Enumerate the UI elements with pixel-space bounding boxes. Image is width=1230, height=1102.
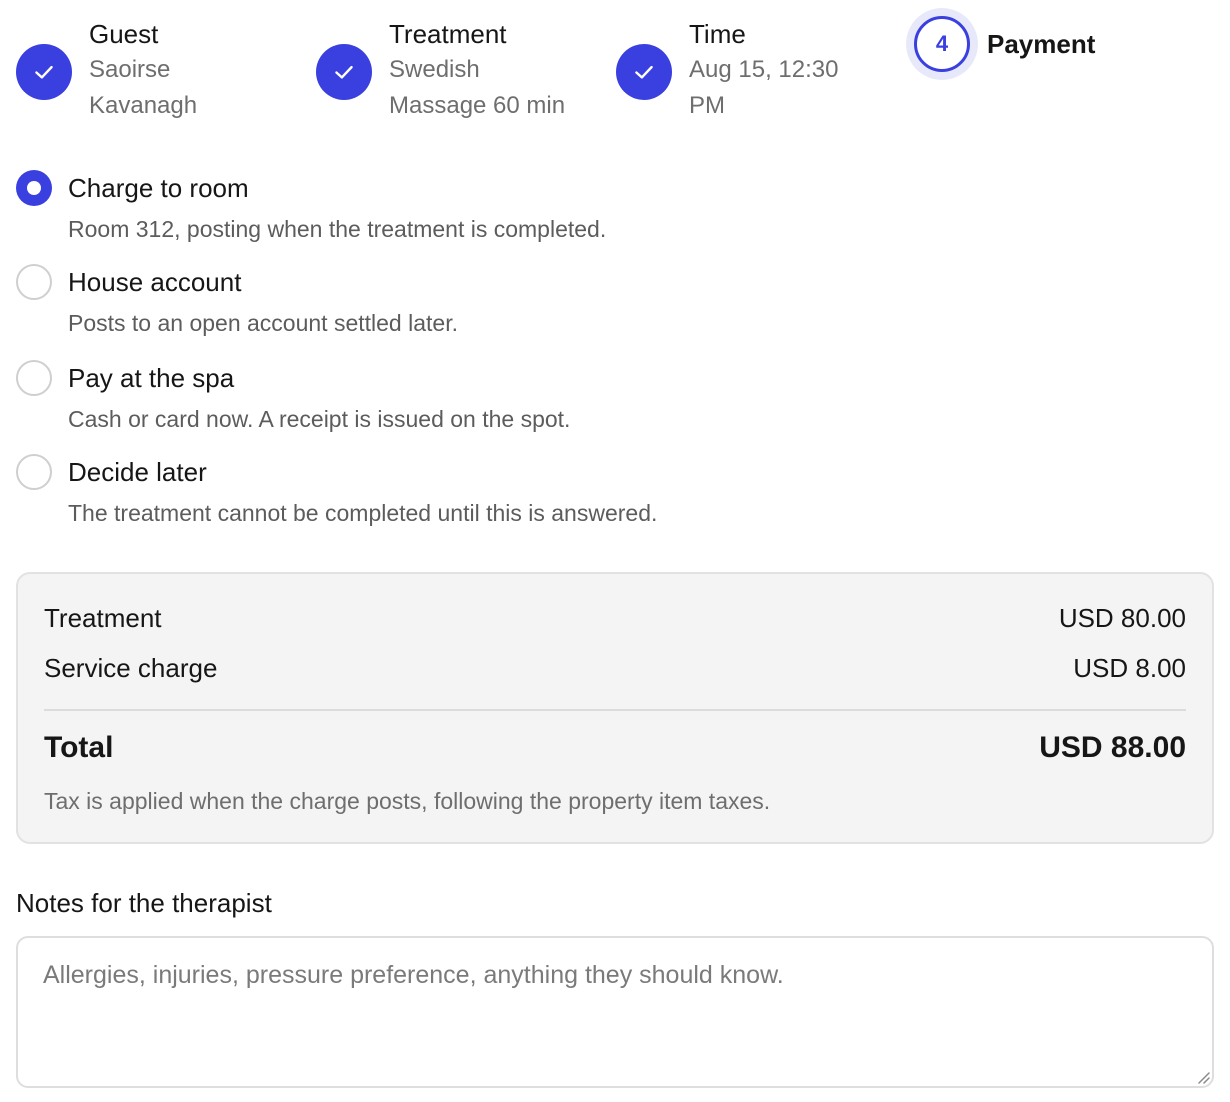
option-house-account[interactable]: House account Posts to an open account s… — [16, 264, 458, 340]
step-title: Time — [689, 19, 746, 49]
radio-button[interactable] — [16, 360, 52, 396]
option-description: Room 312, posting when the treatment is … — [68, 216, 607, 242]
radio-button[interactable] — [16, 264, 52, 300]
notes-label: Notes for the therapist — [16, 888, 272, 918]
therapist-notes-textarea[interactable] — [16, 936, 1214, 1088]
option-description: Posts to an open account settled later. — [68, 310, 458, 336]
option-label: Pay at the spa — [68, 363, 235, 393]
step-summary: Kavanagh — [89, 92, 198, 119]
line-item-label: Service charge — [44, 653, 218, 683]
option-pay-at-spa[interactable]: Pay at the spa Cash or card now. A recei… — [16, 360, 570, 436]
tax-note: Tax is applied when the charge posts, fo… — [44, 788, 771, 814]
summary-row-treatment: Treatment USD 80.00 — [44, 600, 1186, 636]
step-complete-badge — [316, 44, 372, 100]
current-step-ring: 4 — [906, 8, 978, 80]
step-title: Payment — [987, 29, 1096, 59]
step-time[interactable]: Time Aug 15, 12:30 PM — [616, 16, 838, 124]
line-item-amount: USD 80.00 — [1058, 603, 1186, 633]
resize-grip-icon[interactable] — [1194, 1068, 1210, 1084]
option-charge-to-room[interactable]: Charge to room Room 312, posting when th… — [16, 170, 606, 246]
step-complete-badge — [616, 44, 672, 100]
step-number: 4 — [914, 16, 970, 72]
step-title: Treatment — [389, 19, 507, 49]
checkmark-icon — [35, 65, 53, 79]
step-payment: 4 Payment — [906, 8, 1095, 80]
total-amount: USD 88.00 — [1039, 731, 1186, 764]
option-decide-later[interactable]: Decide later The treatment cannot be com… — [16, 454, 657, 530]
step-summary: Saoirse — [89, 56, 171, 83]
summary-row-total: Total USD 88.00 — [44, 730, 1186, 766]
line-item-label: Treatment — [44, 603, 162, 633]
spa-booking-payment-step: Guest Saoirse Kavanagh Treatment Swedish… — [0, 0, 1230, 1102]
radio-button-selected[interactable] — [16, 170, 52, 206]
step-treatment[interactable]: Treatment Swedish Massage 60 min — [316, 16, 565, 124]
option-description: Cash or card now. A receipt is issued on… — [68, 406, 571, 432]
price-summary-card: Treatment USD 80.00 Service charge USD 8… — [16, 572, 1214, 844]
summary-row-service-charge: Service charge USD 8.00 — [44, 650, 1186, 686]
checkmark-icon — [335, 65, 353, 79]
step-summary: PM — [689, 92, 725, 119]
option-label: House account — [68, 267, 242, 297]
summary-divider — [44, 709, 1186, 711]
checkmark-icon — [635, 65, 653, 79]
step-summary: Swedish — [389, 56, 480, 83]
option-description: The treatment cannot be completed until … — [68, 500, 658, 526]
line-item-amount: USD 8.00 — [1073, 653, 1186, 683]
option-label: Charge to room — [68, 173, 249, 203]
step-summary: Massage 60 min — [389, 92, 566, 119]
step-guest[interactable]: Guest Saoirse Kavanagh — [16, 16, 197, 124]
option-label: Decide later — [68, 457, 207, 487]
step-summary: Aug 15, 12:30 — [689, 56, 839, 83]
step-complete-badge — [16, 44, 72, 100]
total-label: Total — [44, 731, 114, 764]
step-title: Guest — [89, 19, 159, 49]
radio-button[interactable] — [16, 454, 52, 490]
